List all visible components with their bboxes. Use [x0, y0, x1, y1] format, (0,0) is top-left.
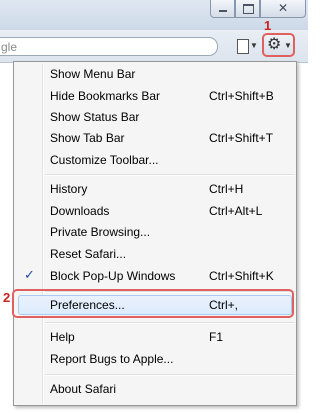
menu-item-label: Downloads: [50, 204, 110, 218]
callout-number-2: 2: [3, 290, 11, 305]
menu-separator: [45, 374, 295, 376]
checkmark-icon: ✓: [24, 267, 35, 282]
menu-item-shortcut: F1: [209, 330, 224, 344]
menu-item-label: About Safari: [50, 382, 117, 396]
menu-item-label: Reset Safari...: [50, 247, 127, 261]
menu-item-label: Hide Bookmarks Bar: [50, 89, 161, 103]
settings-dropdown-menu: Show Menu Bar Hide Bookmarks Bar Ctrl+Sh…: [13, 61, 297, 406]
menu-item-downloads[interactable]: Downloads Ctrl+Alt+L: [14, 201, 296, 221]
menu-item-shortcut: Ctrl+Shift+T: [209, 131, 274, 145]
gear-icon: ⚙: [267, 36, 282, 53]
menu-item-show-menu-bar[interactable]: Show Menu Bar: [14, 64, 296, 84]
menu-item-label: Report Bugs to Apple...: [50, 352, 174, 366]
close-icon: ✕: [277, 1, 289, 15]
close-button[interactable]: ✕: [260, 0, 306, 18]
menu-item-help[interactable]: Help F1: [14, 327, 296, 347]
menu-item-label: Show Status Bar: [50, 110, 140, 124]
title-bar: ✕: [0, 0, 308, 30]
menu-item-history[interactable]: History Ctrl+H: [14, 179, 296, 199]
menu-item-shortcut: Ctrl+H: [209, 182, 244, 196]
chevron-down-icon: ▼: [284, 41, 292, 50]
menu-item-label: Customize Toolbar...: [50, 153, 159, 167]
settings-menu-button[interactable]: ⚙ ▼: [262, 33, 295, 57]
menu-item-block-popup-windows[interactable]: ✓ Block Pop-Up Windows Ctrl+Shift+K: [14, 266, 296, 286]
menu-item-shortcut: Ctrl+Shift+K: [209, 269, 274, 283]
menu-item-label: Show Tab Bar: [50, 131, 125, 145]
minimize-button[interactable]: [210, 0, 235, 18]
menu-item-reset-safari[interactable]: Reset Safari...: [14, 244, 296, 264]
search-input-text: gle: [1, 40, 18, 54]
menu-item-shortcut: Ctrl+Alt+L: [209, 204, 263, 218]
page-icon: [237, 39, 249, 54]
menu-item-shortcut: Ctrl+Shift+B: [209, 89, 274, 103]
page-menu-button[interactable]: ▼: [234, 38, 260, 56]
menu-item-private-browsing[interactable]: Private Browsing...: [14, 222, 296, 242]
callout-number-1: 1: [264, 18, 272, 33]
menu-item-label: Private Browsing...: [50, 225, 151, 239]
menu-item-label: Show Menu Bar: [50, 67, 136, 81]
menu-item-customize-toolbar[interactable]: Customize Toolbar...: [14, 150, 296, 170]
menu-separator: [45, 174, 295, 176]
menu-item-label: History: [50, 182, 88, 196]
menu-item-label: Block Pop-Up Windows: [50, 269, 176, 283]
menu-item-about-safari[interactable]: About Safari: [14, 379, 296, 399]
menu-item-show-tab-bar[interactable]: Show Tab Bar Ctrl+Shift+T: [14, 128, 296, 148]
search-input[interactable]: gle: [0, 37, 218, 56]
menu-separator: [45, 322, 295, 324]
chevron-down-icon: ▼: [250, 41, 258, 50]
menu-item-label: Help: [50, 330, 75, 344]
annotation-highlight-box: [12, 289, 294, 318]
menu-item-show-status-bar[interactable]: Show Status Bar: [14, 107, 296, 127]
menu-item-hide-bookmarks-bar[interactable]: Hide Bookmarks Bar Ctrl+Shift+B: [14, 86, 296, 106]
maximize-button[interactable]: [235, 0, 260, 18]
menu-item-report-bugs[interactable]: Report Bugs to Apple...: [14, 349, 296, 369]
